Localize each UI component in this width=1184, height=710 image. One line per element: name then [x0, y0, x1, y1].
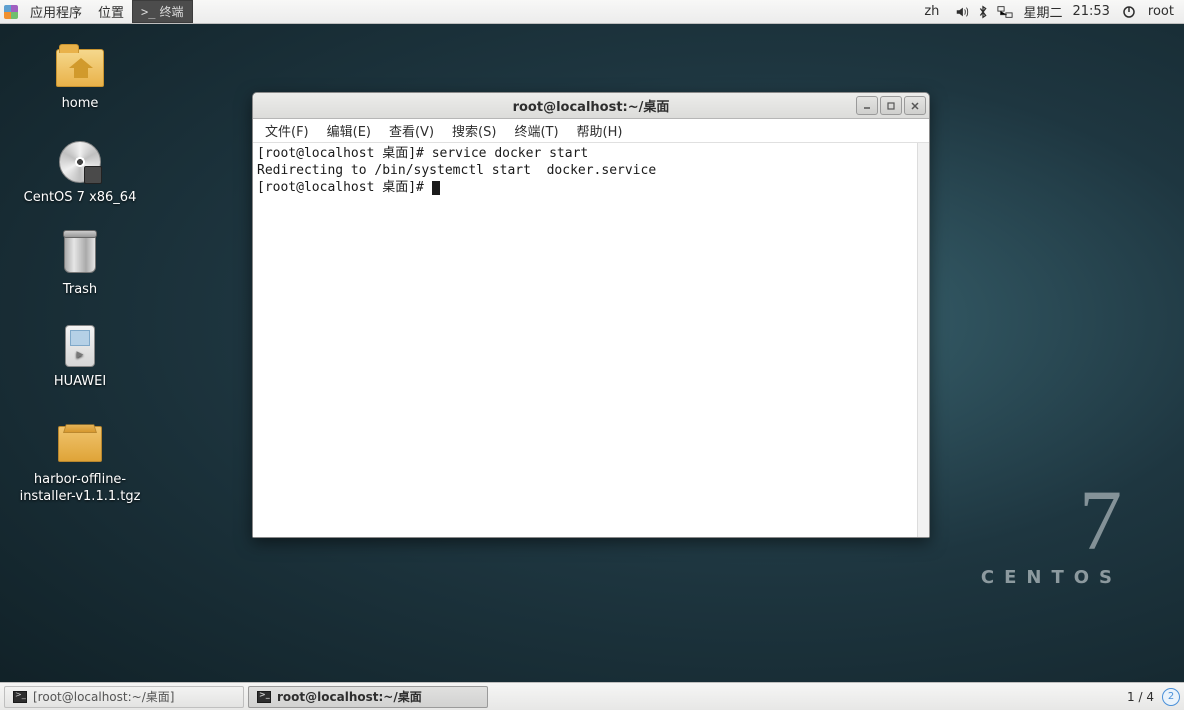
bottom-panel: [root@localhost:~/桌面] root@localhost:~/桌… — [0, 682, 1184, 710]
taskbar-item-terminal-1[interactable]: [root@localhost:~/桌面] — [4, 686, 244, 708]
terminal-scrollbar[interactable] — [917, 143, 929, 537]
device-icon — [65, 325, 95, 367]
terminal-menubar: 文件(F) 编辑(E) 查看(V) 搜索(S) 终端(T) 帮助(H) — [253, 119, 929, 143]
desktop-icon-label: home — [10, 96, 150, 113]
bluetooth-icon[interactable] — [977, 5, 989, 19]
time-label[interactable]: 21:53 — [1072, 4, 1113, 19]
taskbar-item-terminal-2[interactable]: root@localhost:~/桌面 — [248, 686, 488, 708]
menu-terminal[interactable]: 终端(T) — [506, 118, 566, 143]
centos-version: 7 — [981, 477, 1122, 563]
desktop-icon-label: CentOS 7 x86_64 — [10, 190, 150, 207]
terminal-icon — [13, 691, 27, 703]
desktop-icon-label: Trash — [10, 282, 150, 299]
menu-search[interactable]: 搜索(S) — [444, 118, 504, 143]
input-method-indicator[interactable]: zh — [916, 1, 947, 22]
user-menu[interactable]: root — [1144, 1, 1178, 22]
workspace-label[interactable]: 1 / 4 — [1127, 690, 1154, 704]
menu-edit[interactable]: 编辑(E) — [319, 118, 379, 143]
window-titlebar[interactable]: root@localhost:~/桌面 — [253, 93, 929, 119]
terminal-line: [root@localhost 桌面]# — [257, 180, 432, 195]
desktop-icon-home[interactable]: home — [10, 44, 150, 113]
desktop-icon-disc[interactable]: CentOS 7 x86_64 — [10, 138, 150, 207]
maximize-button[interactable] — [880, 96, 902, 115]
date-label[interactable]: 星期二 — [1021, 0, 1064, 24]
terminal-window: root@localhost:~/桌面 文件(F) 编辑(E) 查看(V) 搜索… — [252, 92, 930, 538]
applications-menu[interactable]: 应用程序 — [22, 0, 90, 24]
desktop-icon-label: HUAWEI — [10, 374, 150, 391]
shutdown-icon[interactable] — [1122, 5, 1136, 19]
minimize-button[interactable] — [856, 96, 878, 115]
taskbar-item-label: root@localhost:~/桌面 — [277, 688, 422, 705]
terminal-body[interactable]: [root@localhost 桌面]# service docker star… — [253, 143, 929, 537]
top-task-terminal-label: 终端 — [159, 3, 183, 20]
disc-icon — [59, 141, 101, 183]
desktop-icon-label: harbor-offline-installer-v1.1.1.tgz — [10, 472, 150, 506]
folder-icon — [56, 49, 104, 87]
top-task-terminal[interactable]: >_ 终端 — [132, 0, 192, 23]
window-title: root@localhost:~/桌面 — [253, 96, 929, 115]
workspace-switcher[interactable]: 2 — [1162, 688, 1180, 706]
package-icon — [58, 426, 102, 462]
top-panel: 应用程序 位置 >_ 终端 zh 星期二 21:53 root — [0, 0, 1184, 24]
network-icon[interactable] — [997, 5, 1013, 19]
desktop-icon-harbor[interactable]: harbor-offline-installer-v1.1.1.tgz — [10, 420, 150, 506]
places-menu[interactable]: 位置 — [90, 0, 132, 24]
terminal-icon — [257, 691, 271, 703]
taskbar-item-label: [root@localhost:~/桌面] — [33, 688, 174, 705]
wallpaper-branding: 7 CENTOS — [981, 477, 1122, 588]
volume-icon[interactable] — [955, 5, 969, 19]
activities-icon — [4, 5, 18, 19]
centos-name: CENTOS — [981, 567, 1122, 588]
menu-help[interactable]: 帮助(H) — [569, 118, 631, 143]
terminal-line: [root@localhost 桌面]# service docker star… — [257, 146, 588, 161]
close-button[interactable] — [904, 96, 926, 115]
menu-file[interactable]: 文件(F) — [257, 118, 317, 143]
trash-icon — [64, 235, 96, 273]
menu-view[interactable]: 查看(V) — [381, 118, 442, 143]
terminal-line: Redirecting to /bin/systemctl start dock… — [257, 163, 656, 178]
terminal-cursor — [432, 181, 440, 195]
desktop-icon-huawei[interactable]: HUAWEI — [10, 322, 150, 391]
desktop-icon-trash[interactable]: Trash — [10, 230, 150, 299]
